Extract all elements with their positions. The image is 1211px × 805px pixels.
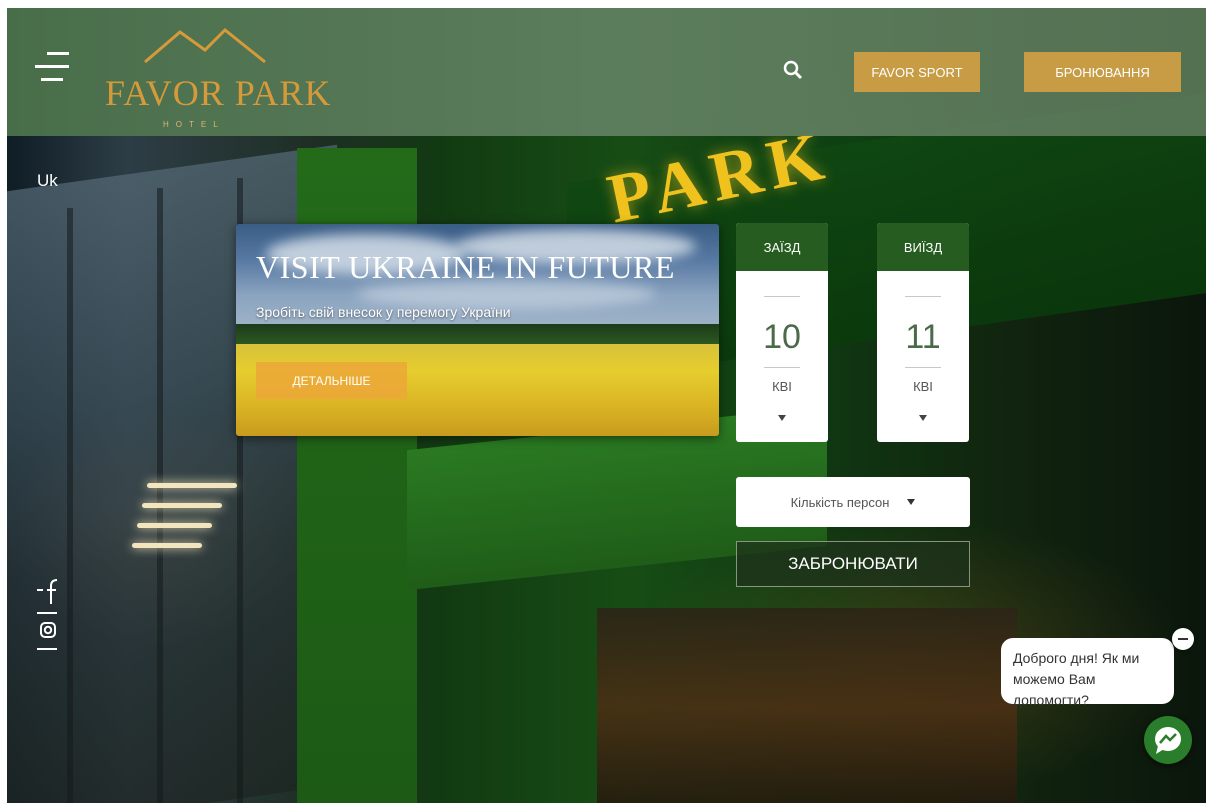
booking-button[interactable]: БРОНЮВАННЯ	[1024, 52, 1181, 92]
ceiling-light	[147, 483, 237, 488]
caret-down-icon	[919, 415, 927, 421]
logo-text: FAVOR PARK	[105, 73, 332, 113]
tree-line	[236, 324, 719, 346]
page: PARK FAVOR PARK HOTEL FAVOR SPORT БРОНЮВ…	[7, 8, 1206, 803]
divider	[764, 367, 800, 368]
promo-banner: VISIT UKRAINE IN FUTURE Зробіть свій вне…	[236, 224, 719, 436]
divider	[37, 612, 57, 614]
facebook-icon[interactable]	[37, 576, 59, 611]
checkin-label: ЗАЇЗД	[736, 223, 828, 271]
promo-subtitle: Зробіть свій внесок у перемогу України	[256, 304, 511, 320]
lobby-entrance	[597, 608, 1017, 803]
persons-select[interactable]: Кількість персон	[736, 477, 970, 527]
ceiling-light	[132, 543, 202, 548]
details-button[interactable]: ДЕТАЛЬНІШЕ	[256, 362, 407, 399]
checkout-label: ВИЇЗД	[877, 223, 969, 271]
chat-greeting-bubble[interactable]: Доброго дня! Як ми можемо Вам допомогти?	[1001, 638, 1174, 708]
promo-title: VISIT UKRAINE IN FUTURE	[256, 249, 675, 285]
logo[interactable]: FAVOR PARK HOTEL	[105, 22, 330, 132]
divider	[37, 648, 57, 650]
search-icon[interactable]	[783, 60, 803, 80]
book-now-button[interactable]: ЗАБРОНЮВАТИ	[736, 541, 970, 587]
logo-subtitle: HOTEL	[163, 120, 225, 129]
divider	[764, 296, 800, 297]
header: FAVOR PARK HOTEL FAVOR SPORT БРОНЮВАННЯ	[7, 8, 1206, 136]
checkout-day: 11	[905, 318, 941, 356]
checkin-day: 10	[763, 318, 801, 356]
glass-frame	[157, 188, 163, 803]
ceiling-light	[137, 523, 212, 528]
favor-sport-button[interactable]: FAVOR SPORT	[854, 52, 980, 92]
ceiling-light	[142, 503, 222, 508]
checkin-month: КВІ	[772, 379, 792, 394]
divider	[905, 367, 941, 368]
divider	[905, 296, 941, 297]
caret-down-icon	[907, 499, 916, 505]
menu-icon[interactable]	[35, 52, 69, 82]
checkout-date-picker[interactable]: ВИЇЗД 11 КВІ	[877, 223, 969, 442]
language-switcher[interactable]: Uk	[37, 171, 58, 191]
messenger-icon[interactable]	[1144, 716, 1192, 764]
checkin-date-picker[interactable]: ЗАЇЗД 10 КВІ	[736, 223, 828, 442]
caret-down-icon	[778, 415, 786, 421]
instagram-icon[interactable]	[37, 621, 59, 648]
glass-frame	[67, 208, 73, 803]
checkout-month: КВІ	[913, 379, 933, 394]
close-icon[interactable]	[1172, 628, 1194, 650]
persons-label: Кількість персон	[790, 494, 890, 510]
